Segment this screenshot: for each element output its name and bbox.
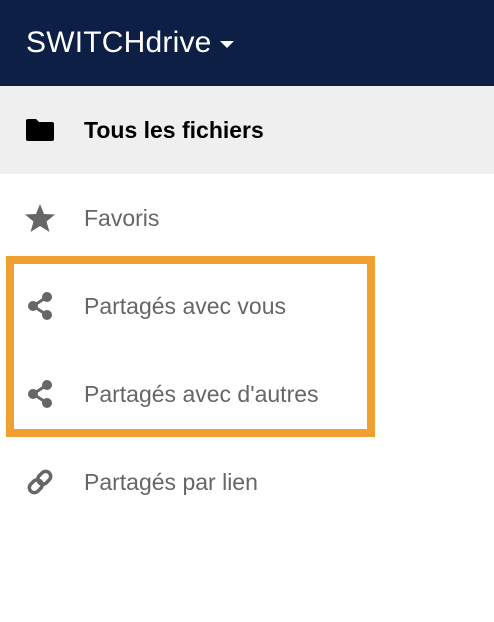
folder-icon bbox=[24, 114, 56, 146]
sidebar-item-shared-by-link[interactable]: Partagés par lien bbox=[0, 438, 494, 526]
sidebar-item-label: Tous les fichiers bbox=[84, 116, 264, 143]
link-icon bbox=[24, 466, 56, 498]
share-icon bbox=[24, 290, 56, 322]
sidebar-item-label: Partagés avec vous bbox=[84, 292, 287, 319]
app-menu-toggle[interactable]: SWITCHdrive bbox=[26, 26, 234, 60]
caret-down-icon bbox=[219, 41, 234, 48]
sidebar-item-all-files[interactable]: Tous les fichiers bbox=[0, 86, 494, 174]
sidebar-item-label: Partagés par lien bbox=[84, 468, 258, 495]
sidebar-item-label: Partagés avec d'autres bbox=[84, 380, 319, 407]
sidebar-item-label: Favoris bbox=[84, 204, 160, 231]
sidebar-navigation: Tous les fichiers Favoris Partagés avec … bbox=[0, 86, 494, 526]
top-header: SWITCHdrive bbox=[0, 0, 494, 86]
share-icon bbox=[24, 378, 56, 410]
sidebar-item-shared-with-others[interactable]: Partagés avec d'autres bbox=[0, 350, 494, 438]
app-title: SWITCHdrive bbox=[26, 26, 212, 59]
star-icon bbox=[24, 202, 56, 234]
sidebar-item-favorites[interactable]: Favoris bbox=[0, 174, 494, 262]
sidebar-item-shared-with-you[interactable]: Partagés avec vous bbox=[0, 262, 494, 350]
